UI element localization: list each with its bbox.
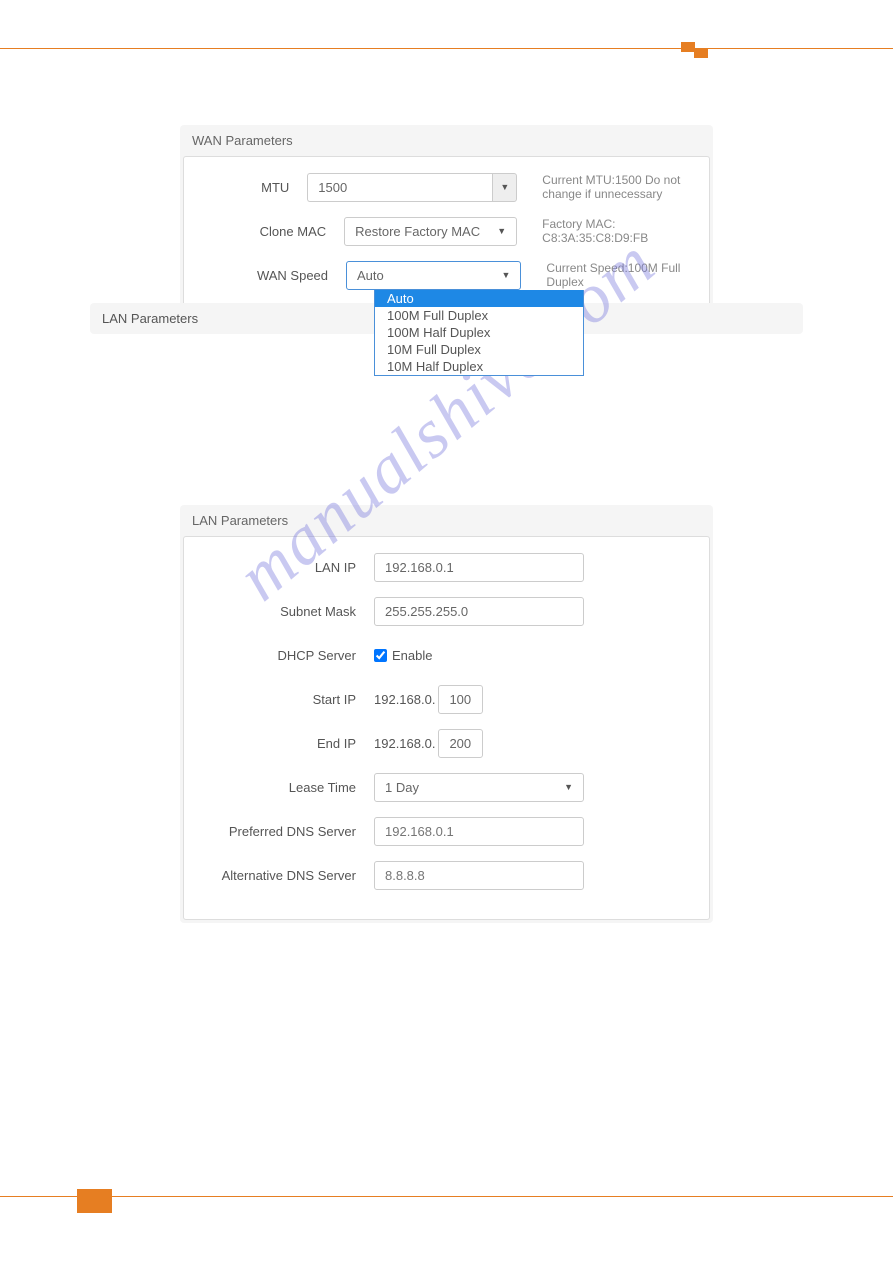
top-tab-decoration-2 bbox=[694, 48, 708, 58]
wan-speed-row: WAN Speed Auto ▼ Current Speed:100M Full… bbox=[204, 260, 689, 290]
clone-mac-help-text: Factory MAC: C8:3A:35:C8:D9:FB bbox=[542, 217, 689, 245]
lan-ip-label: LAN IP bbox=[204, 560, 374, 575]
bottom-tab-decoration bbox=[77, 1189, 112, 1213]
subnet-mask-row: Subnet Mask bbox=[204, 596, 689, 626]
dhcp-enable-checkbox[interactable] bbox=[374, 649, 387, 662]
start-ip-input[interactable] bbox=[438, 685, 483, 714]
mtu-input[interactable] bbox=[307, 173, 492, 202]
lan-panel-title: LAN Parameters bbox=[180, 505, 713, 536]
end-ip-row: End IP 192.168.0. bbox=[204, 728, 689, 758]
top-border-line bbox=[0, 48, 893, 49]
dhcp-enable-wrapper: Enable bbox=[374, 648, 432, 663]
wan-parameters-panel: WAN Parameters MTU ▼ Current MTU:1500 Do… bbox=[180, 125, 713, 323]
chevron-down-icon: ▼ bbox=[497, 226, 506, 236]
end-ip-label: End IP bbox=[204, 736, 374, 751]
top-tab-decoration bbox=[681, 42, 695, 52]
mtu-row: MTU ▼ Current MTU:1500 Do not change if … bbox=[204, 172, 689, 202]
mtu-help-text: Current MTU:1500 Do not change if unnece… bbox=[542, 173, 689, 201]
clone-mac-selected: Restore Factory MAC bbox=[355, 224, 480, 239]
wan-speed-option-10full[interactable]: 10M Full Duplex bbox=[375, 341, 583, 358]
start-ip-row: Start IP 192.168.0. bbox=[204, 684, 689, 714]
wan-panel-body: MTU ▼ Current MTU:1500 Do not change if … bbox=[183, 156, 710, 320]
lease-time-row: Lease Time 1 Day ▼ bbox=[204, 772, 689, 802]
lan-parameters-panel: LAN Parameters LAN IP Subnet Mask DHCP S… bbox=[180, 505, 713, 923]
alt-dns-label: Alternative DNS Server bbox=[204, 868, 374, 883]
preferred-dns-row: Preferred DNS Server bbox=[204, 816, 689, 846]
lease-time-label: Lease Time bbox=[204, 780, 374, 795]
subnet-mask-input[interactable] bbox=[374, 597, 584, 626]
dhcp-server-row: DHCP Server Enable bbox=[204, 640, 689, 670]
preferred-dns-input[interactable] bbox=[374, 817, 584, 846]
end-ip-prefix: 192.168.0. bbox=[374, 736, 438, 751]
alt-dns-row: Alternative DNS Server bbox=[204, 860, 689, 890]
wan-speed-option-auto[interactable]: Auto bbox=[375, 290, 583, 307]
start-ip-prefix: 192.168.0. bbox=[374, 692, 438, 707]
wan-speed-option-100half[interactable]: 100M Half Duplex bbox=[375, 324, 583, 341]
chevron-down-icon: ▼ bbox=[501, 270, 510, 280]
mtu-input-group: ▼ bbox=[307, 173, 517, 202]
clone-mac-select[interactable]: Restore Factory MAC ▼ bbox=[344, 217, 517, 246]
wan-speed-option-100full[interactable]: 100M Full Duplex bbox=[375, 307, 583, 324]
lan-panel-title-partial: LAN Parameters bbox=[102, 311, 198, 326]
wan-speed-help-text: Current Speed:100M Full Duplex bbox=[546, 261, 689, 289]
preferred-dns-label: Preferred DNS Server bbox=[204, 824, 374, 839]
wan-panel-title: WAN Parameters bbox=[180, 125, 713, 156]
wan-speed-option-10half[interactable]: 10M Half Duplex bbox=[375, 358, 583, 375]
bottom-border-line bbox=[0, 1196, 893, 1197]
wan-speed-select[interactable]: Auto ▼ bbox=[346, 261, 521, 290]
lease-time-selected: 1 Day bbox=[385, 780, 419, 795]
chevron-down-icon: ▼ bbox=[500, 182, 509, 192]
mtu-dropdown-button[interactable]: ▼ bbox=[492, 173, 517, 202]
wan-speed-dropdown: Auto 100M Full Duplex 100M Half Duplex 1… bbox=[374, 290, 584, 376]
dhcp-server-label: DHCP Server bbox=[204, 648, 374, 663]
clone-mac-label: Clone MAC bbox=[204, 224, 344, 239]
lan-ip-input[interactable] bbox=[374, 553, 584, 582]
lease-time-select[interactable]: 1 Day ▼ bbox=[374, 773, 584, 802]
wan-speed-selected: Auto bbox=[357, 268, 384, 283]
start-ip-label: Start IP bbox=[204, 692, 374, 707]
alt-dns-input[interactable] bbox=[374, 861, 584, 890]
mtu-label: MTU bbox=[204, 180, 307, 195]
dhcp-enable-label: Enable bbox=[392, 648, 432, 663]
chevron-down-icon: ▼ bbox=[564, 782, 573, 792]
wan-speed-label: WAN Speed bbox=[204, 268, 346, 283]
subnet-mask-label: Subnet Mask bbox=[204, 604, 374, 619]
lan-panel-body: LAN IP Subnet Mask DHCP Server Enable St… bbox=[183, 536, 710, 920]
lan-ip-row: LAN IP bbox=[204, 552, 689, 582]
clone-mac-row: Clone MAC Restore Factory MAC ▼ Factory … bbox=[204, 216, 689, 246]
end-ip-input[interactable] bbox=[438, 729, 483, 758]
